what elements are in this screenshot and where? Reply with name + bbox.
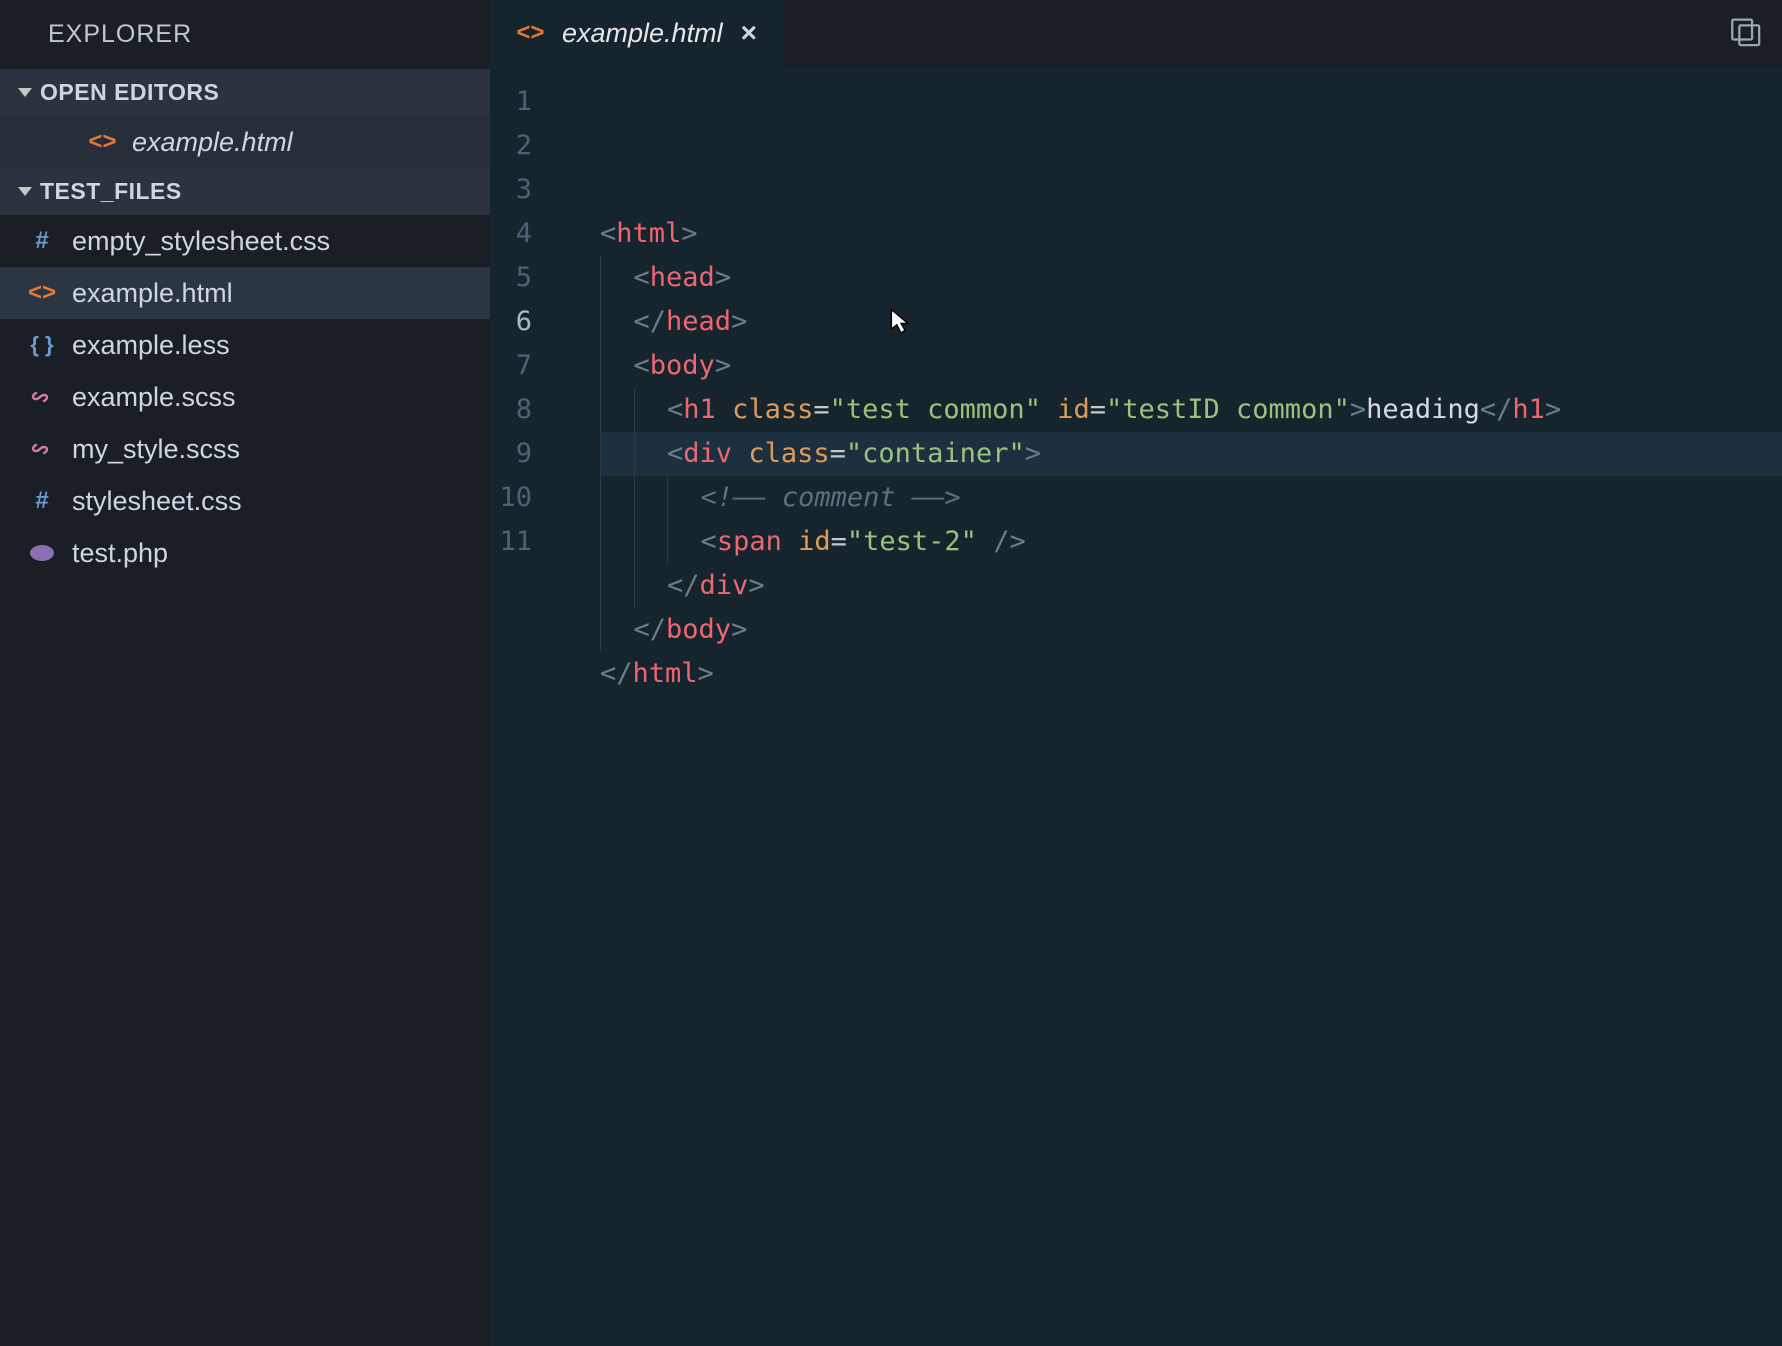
folder-label: TEST_FILES — [40, 178, 182, 205]
chevron-down-icon — [18, 187, 32, 196]
file-item[interactable]: <> example.html — [0, 267, 490, 319]
line-number: 1 — [490, 80, 532, 124]
file-label: empty_stylesheet.css — [72, 226, 330, 257]
file-item[interactable]: # stylesheet.css — [0, 475, 490, 527]
file-label: test.php — [72, 538, 168, 569]
line-number: 6 — [490, 300, 532, 344]
file-item[interactable]: test.php — [0, 527, 490, 579]
code-line[interactable]: <!—— comment ——> — [600, 476, 1782, 520]
code-line[interactable]: </html> — [600, 652, 1782, 696]
file-label: example.html — [72, 278, 233, 309]
folder-section-header[interactable]: TEST_FILES — [0, 168, 490, 215]
line-number-gutter: 1234567891011 — [490, 80, 562, 1346]
line-number: 11 — [490, 520, 532, 564]
file-label: example.less — [72, 330, 230, 361]
code-line[interactable]: <html> — [600, 212, 1782, 256]
tab-bar: <> example.html × — [490, 0, 1782, 66]
editor-area: <> example.html × 1234567891011 <html> <… — [490, 0, 1782, 1346]
html-file-icon: <> — [516, 19, 544, 47]
less-file-icon: { } — [28, 332, 56, 358]
close-icon[interactable]: × — [741, 17, 757, 49]
editor-tab[interactable]: <> example.html × — [490, 0, 783, 66]
code-content[interactable]: <html> <head> </head> <body> <h1 class="… — [562, 80, 1782, 1346]
file-label: stylesheet.css — [72, 486, 242, 517]
chevron-down-icon — [18, 88, 32, 97]
explorer-sidebar: EXPLORER OPEN EDITORS <> example.html TES… — [0, 0, 490, 1346]
line-number: 5 — [490, 256, 532, 300]
open-editor-item[interactable]: <> example.html — [0, 116, 490, 168]
file-label: example.scss — [72, 382, 236, 413]
line-number: 8 — [490, 388, 532, 432]
line-number: 9 — [490, 432, 532, 476]
code-line[interactable]: <div class="container"> — [600, 432, 1782, 476]
open-editors-section-header[interactable]: OPEN EDITORS — [0, 69, 490, 116]
code-line[interactable]: <head> — [600, 256, 1782, 300]
code-line[interactable]: </body> — [600, 608, 1782, 652]
css-file-icon: # — [28, 227, 56, 255]
line-number: 2 — [490, 124, 532, 168]
file-item[interactable]: # empty_stylesheet.css — [0, 215, 490, 267]
code-line[interactable]: <h1 class="test common" id="testID commo… — [600, 388, 1782, 432]
php-file-icon — [28, 543, 56, 563]
code-line[interactable]: </div> — [600, 564, 1782, 608]
html-file-icon: <> — [28, 279, 56, 307]
line-number: 7 — [490, 344, 532, 388]
css-file-icon: # — [28, 487, 56, 515]
file-label: my_style.scss — [72, 434, 240, 465]
code-line[interactable]: <span id="test-2" /> — [600, 520, 1782, 564]
tab-filename: example.html — [562, 18, 723, 49]
split-editor-icon[interactable] — [1728, 14, 1762, 48]
scss-file-icon — [28, 385, 56, 409]
file-item[interactable]: example.scss — [0, 371, 490, 423]
file-label: example.html — [132, 127, 293, 158]
html-file-icon: <> — [88, 128, 116, 156]
line-number: 3 — [490, 168, 532, 212]
open-editors-label: OPEN EDITORS — [40, 79, 219, 106]
code-line[interactable]: <body> — [600, 344, 1782, 388]
scss-file-icon — [28, 437, 56, 461]
file-item[interactable]: { } example.less — [0, 319, 490, 371]
code-line[interactable]: </head> — [600, 300, 1782, 344]
explorer-title: EXPLORER — [0, 0, 490, 69]
line-number: 4 — [490, 212, 532, 256]
editor-actions — [1728, 14, 1762, 48]
text-editor[interactable]: 1234567891011 <html> <head> </head> <bod… — [490, 66, 1782, 1346]
line-number: 10 — [490, 476, 532, 520]
file-item[interactable]: my_style.scss — [0, 423, 490, 475]
